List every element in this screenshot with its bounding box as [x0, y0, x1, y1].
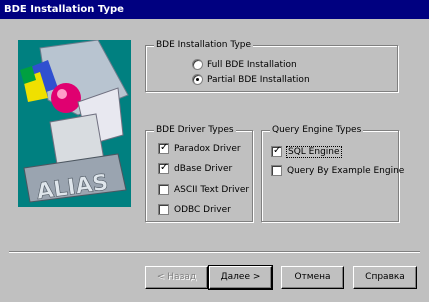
- radio-full-install-button[interactable]: [192, 59, 203, 70]
- installation-type-legend: BDE Installation Type: [154, 39, 254, 51]
- checkbox-paradox-box[interactable]: [158, 141, 169, 155]
- alias-illustration-icon: ALIAS: [18, 40, 131, 207]
- query-engine-legend: Query Engine Types: [270, 124, 364, 136]
- checkbox-ascii-box[interactable]: [158, 184, 169, 195]
- checkbox-paradox[interactable]: Paradox Driver: [158, 141, 241, 155]
- back-button[interactable]: < Назад: [145, 266, 208, 289]
- checkbox-sql-engine-label: SQL Engine: [286, 145, 342, 158]
- radio-partial-install-button[interactable]: [192, 74, 203, 85]
- checkbox-ascii[interactable]: ASCII Text Driver: [158, 183, 249, 196]
- installation-type-group: BDE Installation Type Full BDE Installat…: [145, 39, 398, 92]
- window-title-bar[interactable]: BDE Installation Type: [0, 0, 429, 19]
- radio-partial-install-label: Partial BDE Installation: [207, 74, 310, 85]
- checkbox-dbase-box[interactable]: [158, 161, 169, 175]
- radio-full-install-label: Full BDE Installation: [207, 59, 297, 70]
- checkbox-odbc-label: ODBC Driver: [174, 204, 231, 215]
- checkbox-odbc-box[interactable]: [158, 204, 169, 215]
- checkbox-ascii-label: ASCII Text Driver: [174, 184, 250, 195]
- checkbox-sql-engine[interactable]: SQL Engine: [271, 144, 342, 158]
- checkbox-dbase[interactable]: dBase Driver: [158, 161, 233, 175]
- cancel-button[interactable]: Отмена: [281, 266, 344, 289]
- checkbox-qbe-engine-label: Query By Example Engine: [287, 165, 405, 176]
- radio-partial-install[interactable]: Partial BDE Installation: [192, 73, 310, 86]
- checkbox-dbase-label: dBase Driver: [174, 163, 233, 174]
- setup-artwork: ALIAS: [18, 40, 131, 207]
- help-button[interactable]: Справка: [353, 266, 417, 289]
- window-title: BDE Installation Type: [4, 4, 124, 15]
- checkbox-qbe-engine[interactable]: Query By Example Engine: [271, 164, 404, 177]
- checkbox-sql-engine-box[interactable]: [271, 144, 282, 158]
- checkbox-odbc[interactable]: ODBC Driver: [158, 203, 231, 216]
- driver-types-legend: BDE Driver Types: [154, 124, 236, 136]
- radio-full-install[interactable]: Full BDE Installation: [192, 58, 297, 71]
- query-engine-group: Query Engine Types SQL Engine Query By E…: [261, 124, 404, 222]
- button-separator: [9, 251, 420, 253]
- next-button[interactable]: Далее >: [208, 265, 273, 290]
- checkbox-paradox-label: Paradox Driver: [174, 143, 241, 154]
- driver-types-group: BDE Driver Types Paradox Driver dBase Dr…: [145, 124, 253, 222]
- checkbox-qbe-engine-box[interactable]: [271, 165, 282, 176]
